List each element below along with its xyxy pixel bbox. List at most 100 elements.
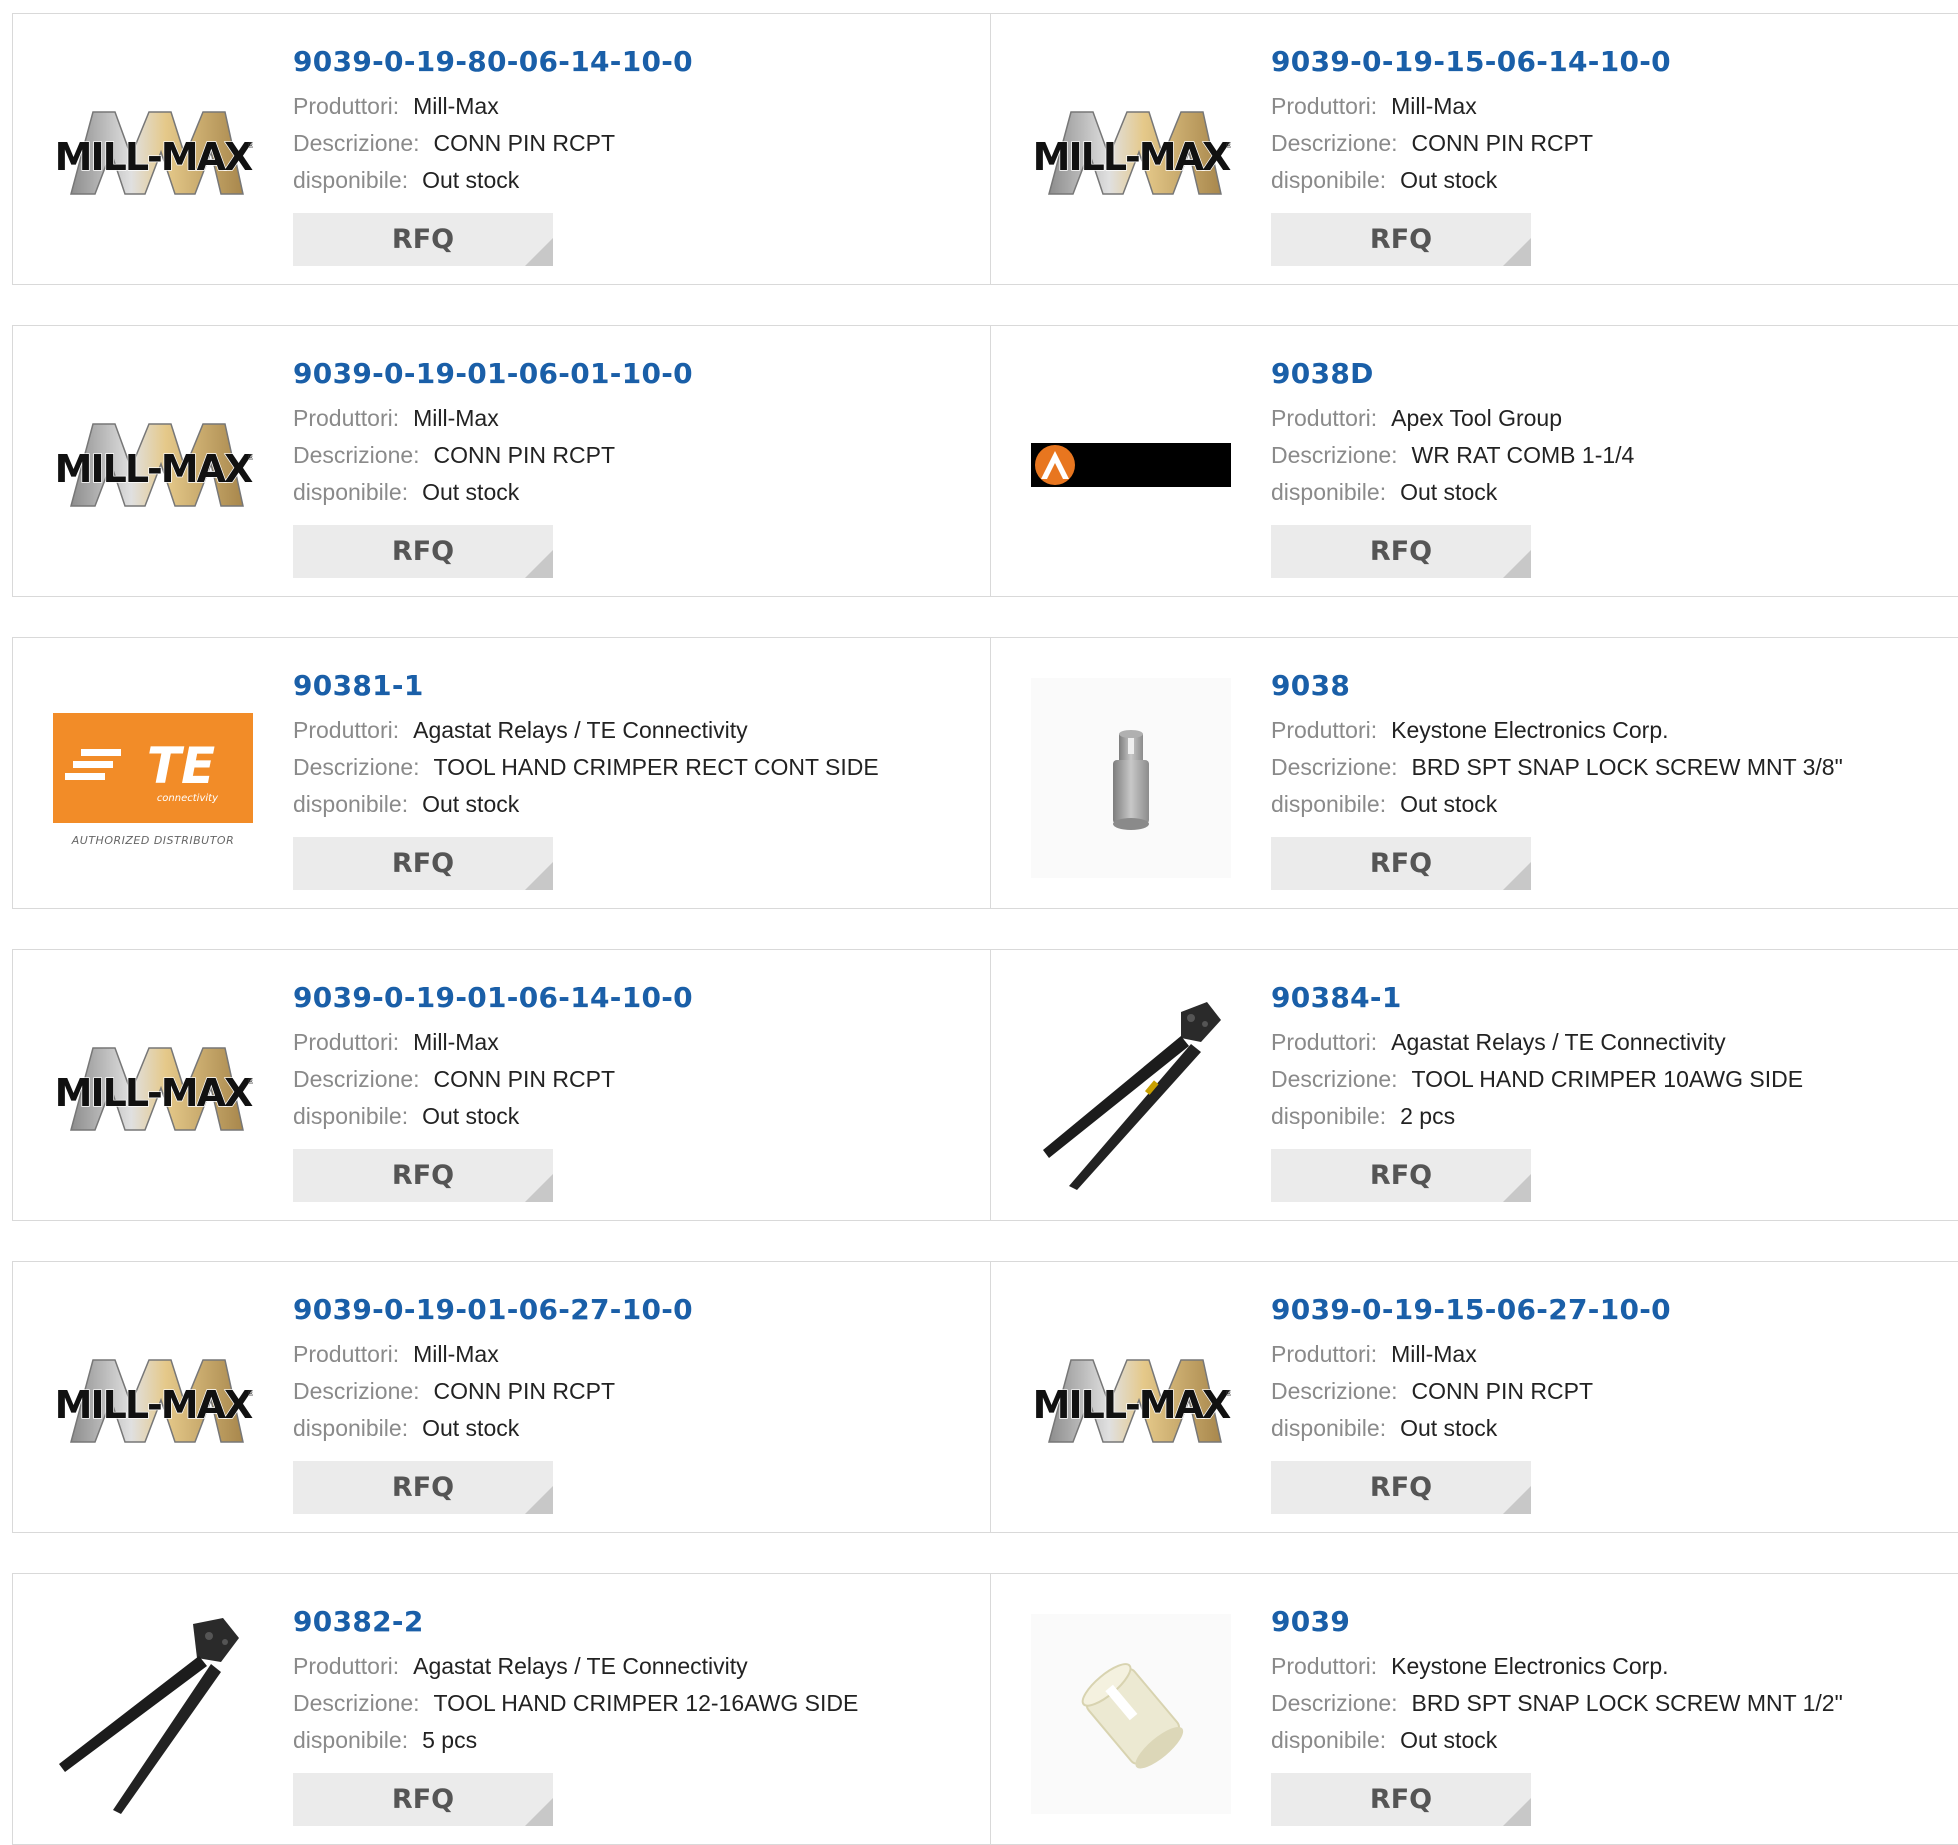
product-row: MILL-MAX ® 9039-0-19-01-06-14-10-0 Produt…: [12, 949, 1958, 1221]
board-support-image: [1031, 1614, 1231, 1814]
manufacturer-label: Produttori:: [293, 405, 400, 431]
product-image[interactable]: MILL-MAX ®: [53, 990, 253, 1190]
availability-value: Out stock: [422, 1415, 520, 1441]
rfq-button[interactable]: RFQ: [293, 1461, 553, 1514]
rfq-button[interactable]: RFQ: [293, 1149, 553, 1202]
availability-label: disponibile:: [293, 167, 409, 193]
rfq-button[interactable]: RFQ: [293, 525, 553, 578]
availability-label: disponibile:: [1271, 791, 1387, 817]
manufacturer-label: Produttori:: [1271, 1029, 1378, 1055]
part-number-link[interactable]: 9039: [1271, 1604, 1949, 1640]
product-image[interactable]: TE connectivity AUTHORIZED DISTRIBUTOR: [53, 678, 253, 878]
description-label: Descrizione:: [293, 1066, 420, 1092]
product-image[interactable]: MILL-MAX ®: [1031, 54, 1231, 254]
description-value: CONN PIN RCPT: [433, 1066, 615, 1092]
part-number-link[interactable]: 9039-0-19-01-06-27-10-0: [293, 1292, 980, 1328]
svg-text:MILL-MAX: MILL-MAX: [55, 1071, 253, 1115]
product-image[interactable]: [1031, 678, 1231, 878]
product-image[interactable]: [1031, 1614, 1231, 1814]
product-card: 9038 Produttori: Keystone Electronics Cor…: [991, 638, 1958, 908]
manufacturer-label: Produttori:: [293, 1029, 400, 1055]
availability-value: Out stock: [422, 479, 520, 505]
availability-label: disponibile:: [293, 1727, 409, 1753]
description-label: Descrizione:: [293, 1378, 420, 1404]
rfq-button[interactable]: RFQ: [293, 837, 553, 890]
crimper-tool-image: [1043, 1002, 1221, 1190]
part-number-link[interactable]: 90382-2: [293, 1604, 980, 1640]
product-image[interactable]: [1031, 366, 1231, 566]
manufacturer-label: Produttori:: [293, 93, 400, 119]
availability-label: disponibile:: [293, 1103, 409, 1129]
product-image[interactable]: MILL-MAX ®: [53, 1302, 253, 1502]
description-label: Descrizione:: [293, 442, 420, 468]
description-value: CONN PIN RCPT: [1411, 130, 1593, 156]
svg-text:®: ®: [1225, 141, 1231, 150]
description-value: BRD SPT SNAP LOCK SCREW MNT 1/2": [1411, 1690, 1843, 1716]
description-value: TOOL HAND CRIMPER 10AWG SIDE: [1411, 1066, 1804, 1092]
availability-value: Out stock: [422, 791, 520, 817]
description-label: Descrizione:: [1271, 1066, 1398, 1092]
mill-max-logo: MILL-MAX®: [1032, 1359, 1231, 1443]
manufacturer-value: Mill-Max: [1391, 1341, 1477, 1367]
product-card: MILL-MAX ® 9039-0-19-15-06-27-10-0 Produt…: [991, 1262, 1958, 1532]
description-label: Descrizione:: [293, 1690, 420, 1716]
svg-text:®: ®: [247, 453, 253, 462]
board-support-image: [1031, 678, 1231, 878]
product-card: TE connectivity AUTHORIZED DISTRIBUTOR 903…: [13, 638, 991, 908]
availability-value: Out stock: [1400, 791, 1498, 817]
manufacturer-value: Agastat Relays / TE Connectivity: [413, 1653, 748, 1679]
part-number-link[interactable]: 9039-0-19-01-06-14-10-0: [293, 980, 980, 1016]
part-number-link[interactable]: 9039-0-19-15-06-27-10-0: [1271, 1292, 1949, 1328]
mill-max-logo: MILL-MAX®: [54, 1359, 253, 1443]
availability-value: 5 pcs: [422, 1727, 478, 1753]
availability-value: Out stock: [1400, 1415, 1498, 1441]
product-row: MILL-MAX ® 9039-0-19-01-06-27-10-0 Produt…: [12, 1261, 1958, 1533]
part-number-link[interactable]: 9038: [1271, 668, 1949, 704]
product-image[interactable]: MILL-MAX ®: [1031, 1302, 1231, 1502]
availability-value: Out stock: [1400, 1727, 1498, 1753]
manufacturer-value: Keystone Electronics Corp.: [1391, 1653, 1669, 1679]
part-number-link[interactable]: 9039-0-19-15-06-14-10-0: [1271, 44, 1949, 80]
product-image[interactable]: [1031, 990, 1231, 1190]
availability-label: disponibile:: [1271, 1415, 1387, 1441]
rfq-button[interactable]: RFQ: [1271, 1773, 1531, 1826]
product-card: MILL-MAX ® 9039-0-19-01-06-14-10-0 Produt…: [13, 950, 991, 1220]
availability-label: disponibile:: [293, 479, 409, 505]
svg-text:MILL-MAX: MILL-MAX: [55, 135, 253, 179]
apex-logo: [1031, 443, 1231, 487]
availability-value: Out stock: [422, 1103, 520, 1129]
description-label: Descrizione:: [1271, 442, 1398, 468]
product-image[interactable]: MILL-MAX ®: [53, 54, 253, 254]
rfq-button[interactable]: RFQ: [1271, 213, 1531, 266]
availability-label: disponibile:: [1271, 167, 1387, 193]
availability-label: disponibile:: [293, 1415, 409, 1441]
product-image[interactable]: MILL-MAX ®: [53, 366, 253, 566]
rfq-button[interactable]: RFQ: [1271, 525, 1531, 578]
availability-value: Out stock: [1400, 167, 1498, 193]
product-image[interactable]: [53, 1614, 253, 1814]
description-value: CONN PIN RCPT: [1411, 1378, 1593, 1404]
part-number-link[interactable]: 90381-1: [293, 668, 980, 704]
part-number-link[interactable]: 9039-0-19-80-06-14-10-0: [293, 44, 980, 80]
rfq-button[interactable]: RFQ: [293, 213, 553, 266]
description-label: Descrizione:: [293, 754, 420, 780]
rfq-button[interactable]: RFQ: [1271, 1149, 1531, 1202]
availability-label: disponibile:: [293, 791, 409, 817]
manufacturer-value: Mill-Max: [413, 1029, 499, 1055]
part-number-link[interactable]: 9038D: [1271, 356, 1949, 392]
description-value: CONN PIN RCPT: [433, 1378, 615, 1404]
manufacturer-value: Mill-Max: [413, 405, 499, 431]
rfq-button[interactable]: RFQ: [1271, 837, 1531, 890]
mill-max-logo: MILL-MAX®: [54, 1047, 253, 1131]
description-value: WR RAT COMB 1-1/4: [1411, 442, 1635, 468]
description-value: CONN PIN RCPT: [433, 130, 615, 156]
rfq-button[interactable]: RFQ: [293, 1773, 553, 1826]
part-number-link[interactable]: 9039-0-19-01-06-01-10-0: [293, 356, 980, 392]
svg-text:®: ®: [247, 1077, 253, 1086]
rfq-button[interactable]: RFQ: [1271, 1461, 1531, 1514]
description-label: Descrizione:: [1271, 1378, 1398, 1404]
product-card: 9038D Produttori: Apex Tool Group Descriz…: [991, 326, 1958, 596]
manufacturer-value: Agastat Relays / TE Connectivity: [413, 717, 748, 743]
description-label: Descrizione:: [1271, 130, 1398, 156]
part-number-link[interactable]: 90384-1: [1271, 980, 1949, 1016]
